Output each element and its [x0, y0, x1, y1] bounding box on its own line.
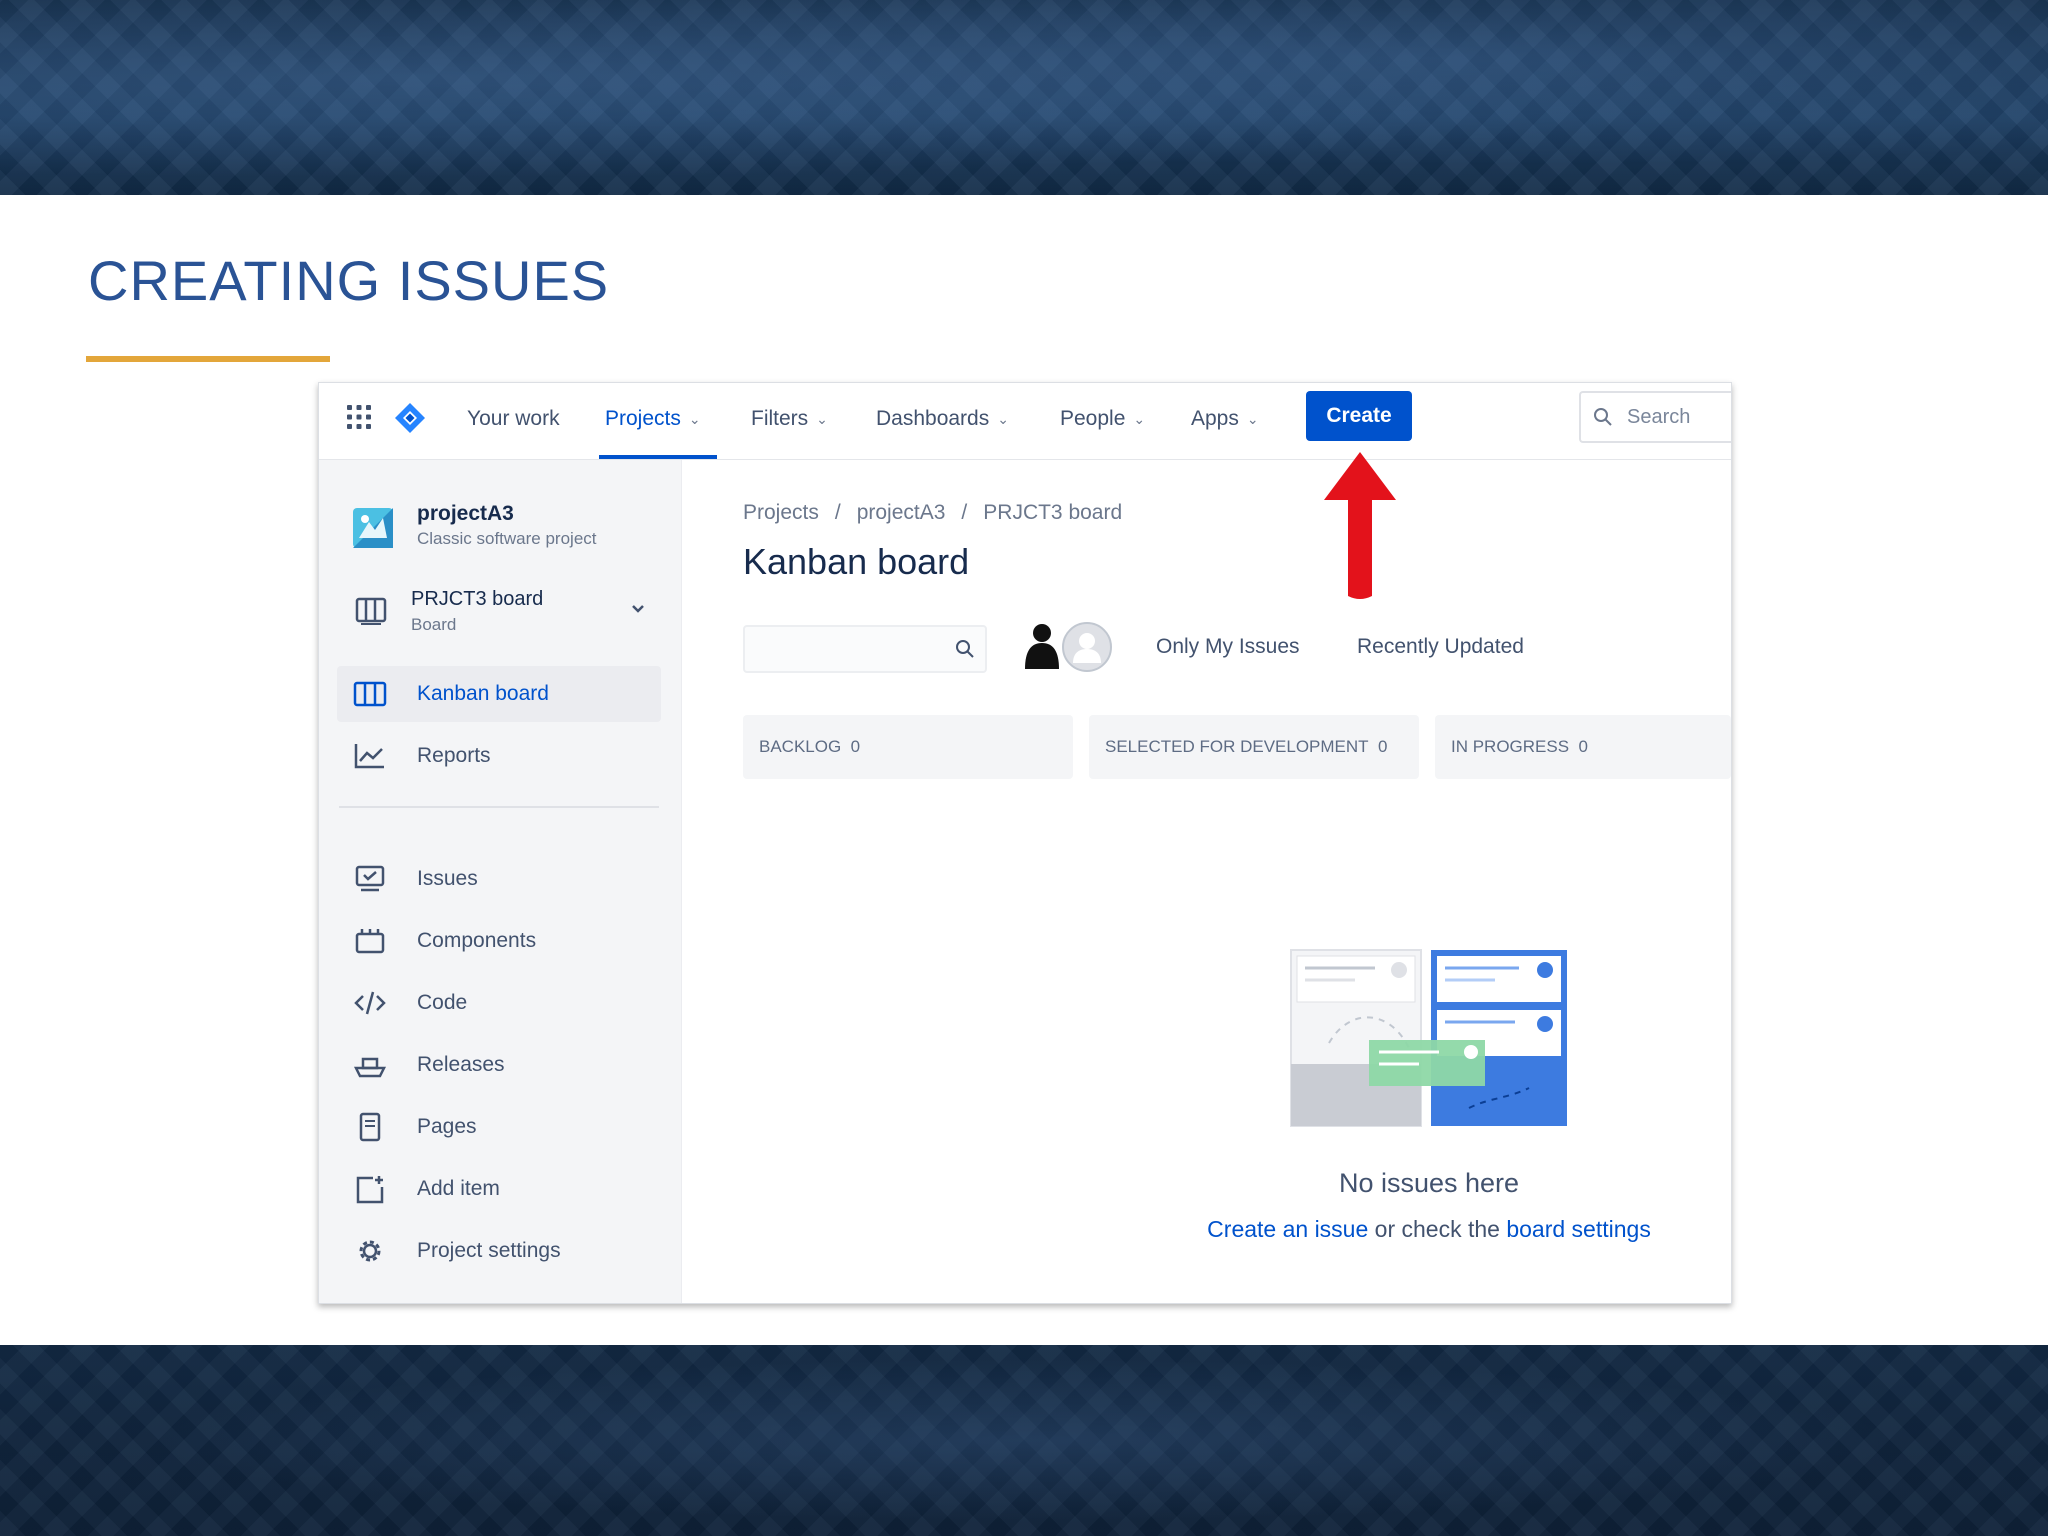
chevron-down-icon: ⌄ — [688, 411, 701, 428]
title-underline — [86, 356, 330, 362]
board-search[interactable] — [743, 625, 987, 673]
empty-state-help: Create an issue or check the board setti… — [1139, 1216, 1719, 1243]
nav-apps-label: Apps — [1191, 407, 1239, 430]
issues-icon — [355, 865, 385, 892]
project-sidebar: projectA3 Classic software project PRJCT… — [319, 460, 682, 1303]
global-search[interactable] — [1579, 391, 1731, 443]
breadcrumb-separator: / — [834, 501, 841, 524]
unassigned-avatar-icon[interactable] — [1061, 621, 1113, 673]
column-count: 0 — [1578, 737, 1589, 756]
board-icon — [353, 681, 387, 707]
sidebar-divider — [339, 806, 659, 808]
jira-diamond-logo-icon[interactable] — [393, 401, 427, 435]
column-name: BACKLOG — [759, 737, 842, 756]
sidebar-item-pages[interactable]: Pages — [337, 1099, 661, 1155]
project-name: projectA3 — [417, 502, 514, 525]
empty-state-title: No issues here — [1338, 1168, 1520, 1198]
page-title: Kanban board — [743, 541, 970, 582]
sidebar-item-add-item[interactable]: Add item — [337, 1161, 661, 1217]
board-icon — [355, 597, 387, 625]
board-settings-link[interactable]: board settings — [1506, 1216, 1650, 1242]
chevron-down-icon: ⌄ — [1133, 411, 1146, 428]
create-issue-link[interactable]: Create an issue — [1207, 1216, 1368, 1242]
add-item-icon — [356, 1176, 384, 1204]
empty-state-help-text: or check the — [1368, 1216, 1507, 1242]
search-icon — [956, 640, 974, 658]
search-icon — [1594, 408, 1612, 426]
sidebar-item-project-settings[interactable]: Project settings — [337, 1223, 661, 1279]
sidebar-item-label: Project settings — [417, 1239, 561, 1262]
column-name: SELECTED FOR DEVELOPMENT — [1105, 737, 1369, 756]
component-icon — [355, 929, 385, 954]
column-count: 0 — [850, 737, 861, 756]
project-avatar-icon — [353, 508, 393, 548]
slide-bottom-background — [0, 1345, 2048, 1536]
top-navigation: Your work Projects ⌄ Filters ⌄ Dashboards ⌄… — [319, 383, 1731, 460]
sidebar-item-label: Kanban board — [417, 682, 549, 705]
sidebar-item-issues[interactable]: Issues — [337, 851, 661, 907]
nav-your-work-label: Your work — [467, 407, 560, 430]
nav-active-indicator — [599, 455, 717, 459]
sidebar-item-label: Reports — [417, 744, 491, 767]
code-icon — [354, 991, 386, 1015]
user-avatar-silhouette-icon[interactable] — [1019, 621, 1065, 673]
jira-screenshot: Your work Projects ⌄ Filters ⌄ Dashboards ⌄… — [318, 382, 1732, 1304]
quick-filter-only-my-issues[interactable]: Only My Issues — [1156, 635, 1300, 659]
sidebar-item-label: Releases — [417, 1053, 505, 1076]
board-selector[interactable]: PRJCT3 board Board — [319, 582, 681, 646]
nav-dashboards-label: Dashboards — [876, 407, 990, 430]
board-search-input[interactable] — [753, 633, 937, 665]
breadcrumb-projects[interactable]: Projects — [743, 501, 819, 524]
sidebar-item-reports[interactable]: Reports — [337, 728, 661, 784]
ship-icon — [353, 1057, 387, 1078]
slide-top-background — [0, 0, 2048, 195]
column-count: 0 — [1378, 737, 1388, 756]
breadcrumb-board[interactable]: PRJCT3 board — [983, 501, 1122, 524]
empty-board-illustration — [1290, 949, 1567, 1127]
chevron-down-icon: ⌄ — [997, 411, 1009, 428]
project-type: Classic software project — [417, 529, 597, 548]
column-in-progress: IN PROGRESS 0 — [1435, 715, 1731, 779]
nav-filters[interactable]: Filters ⌄ — [751, 403, 828, 435]
sidebar-item-code[interactable]: Code — [337, 975, 661, 1031]
nav-people-label: People — [1060, 407, 1126, 430]
column-selected-for-development: SELECTED FOR DEVELOPMENT 0 — [1089, 715, 1419, 779]
column-name: IN PROGRESS — [1451, 737, 1570, 756]
slide-title: CREATING ISSUES — [88, 249, 610, 312]
breadcrumb-project[interactable]: projectA3 — [857, 501, 946, 524]
grid-icon[interactable] — [345, 403, 373, 431]
search-input[interactable] — [1625, 401, 1729, 433]
board-selector-name: PRJCT3 board — [411, 588, 544, 610]
nav-dashboards[interactable]: Dashboards ⌄ — [876, 403, 1009, 435]
sidebar-item-label: Add item — [417, 1177, 500, 1200]
chevron-down-icon: ⌄ — [816, 411, 828, 428]
create-button[interactable]: Create — [1306, 391, 1412, 441]
nav-filters-label: Filters — [751, 407, 809, 430]
nav-projects-label: Projects — [605, 407, 681, 430]
sidebar-item-label: Pages — [417, 1115, 477, 1138]
red-arrow-annotation-icon — [1324, 452, 1396, 599]
sidebar-item-label: Components — [417, 929, 537, 952]
sidebar-item-label: Code — [417, 991, 468, 1014]
sidebar-item-components[interactable]: Components — [337, 913, 661, 969]
chevron-down-icon: ⌄ — [1246, 411, 1259, 428]
board-selector-subtitle: Board — [411, 615, 457, 634]
gear-icon — [359, 1240, 381, 1262]
nav-projects[interactable]: Projects ⌄ — [605, 403, 701, 435]
nav-your-work[interactable]: Your work — [467, 403, 560, 435]
sidebar-item-releases[interactable]: Releases — [337, 1037, 661, 1093]
page-icon — [359, 1112, 381, 1142]
quick-filter-recently-updated[interactable]: Recently Updated — [1357, 635, 1524, 659]
breadcrumb: Projects / projectA3 / PRJCT3 board — [743, 501, 1122, 525]
nav-apps[interactable]: Apps ⌄ — [1191, 403, 1259, 435]
chart-line-icon — [354, 744, 384, 769]
sidebar-item-kanban-board[interactable]: Kanban board — [337, 666, 661, 722]
column-backlog: BACKLOG 0 — [743, 715, 1073, 779]
chevron-down-icon — [632, 605, 644, 613]
nav-people[interactable]: People ⌄ — [1060, 403, 1145, 435]
breadcrumb-separator: / — [961, 501, 968, 524]
sidebar-item-label: Issues — [417, 867, 478, 890]
